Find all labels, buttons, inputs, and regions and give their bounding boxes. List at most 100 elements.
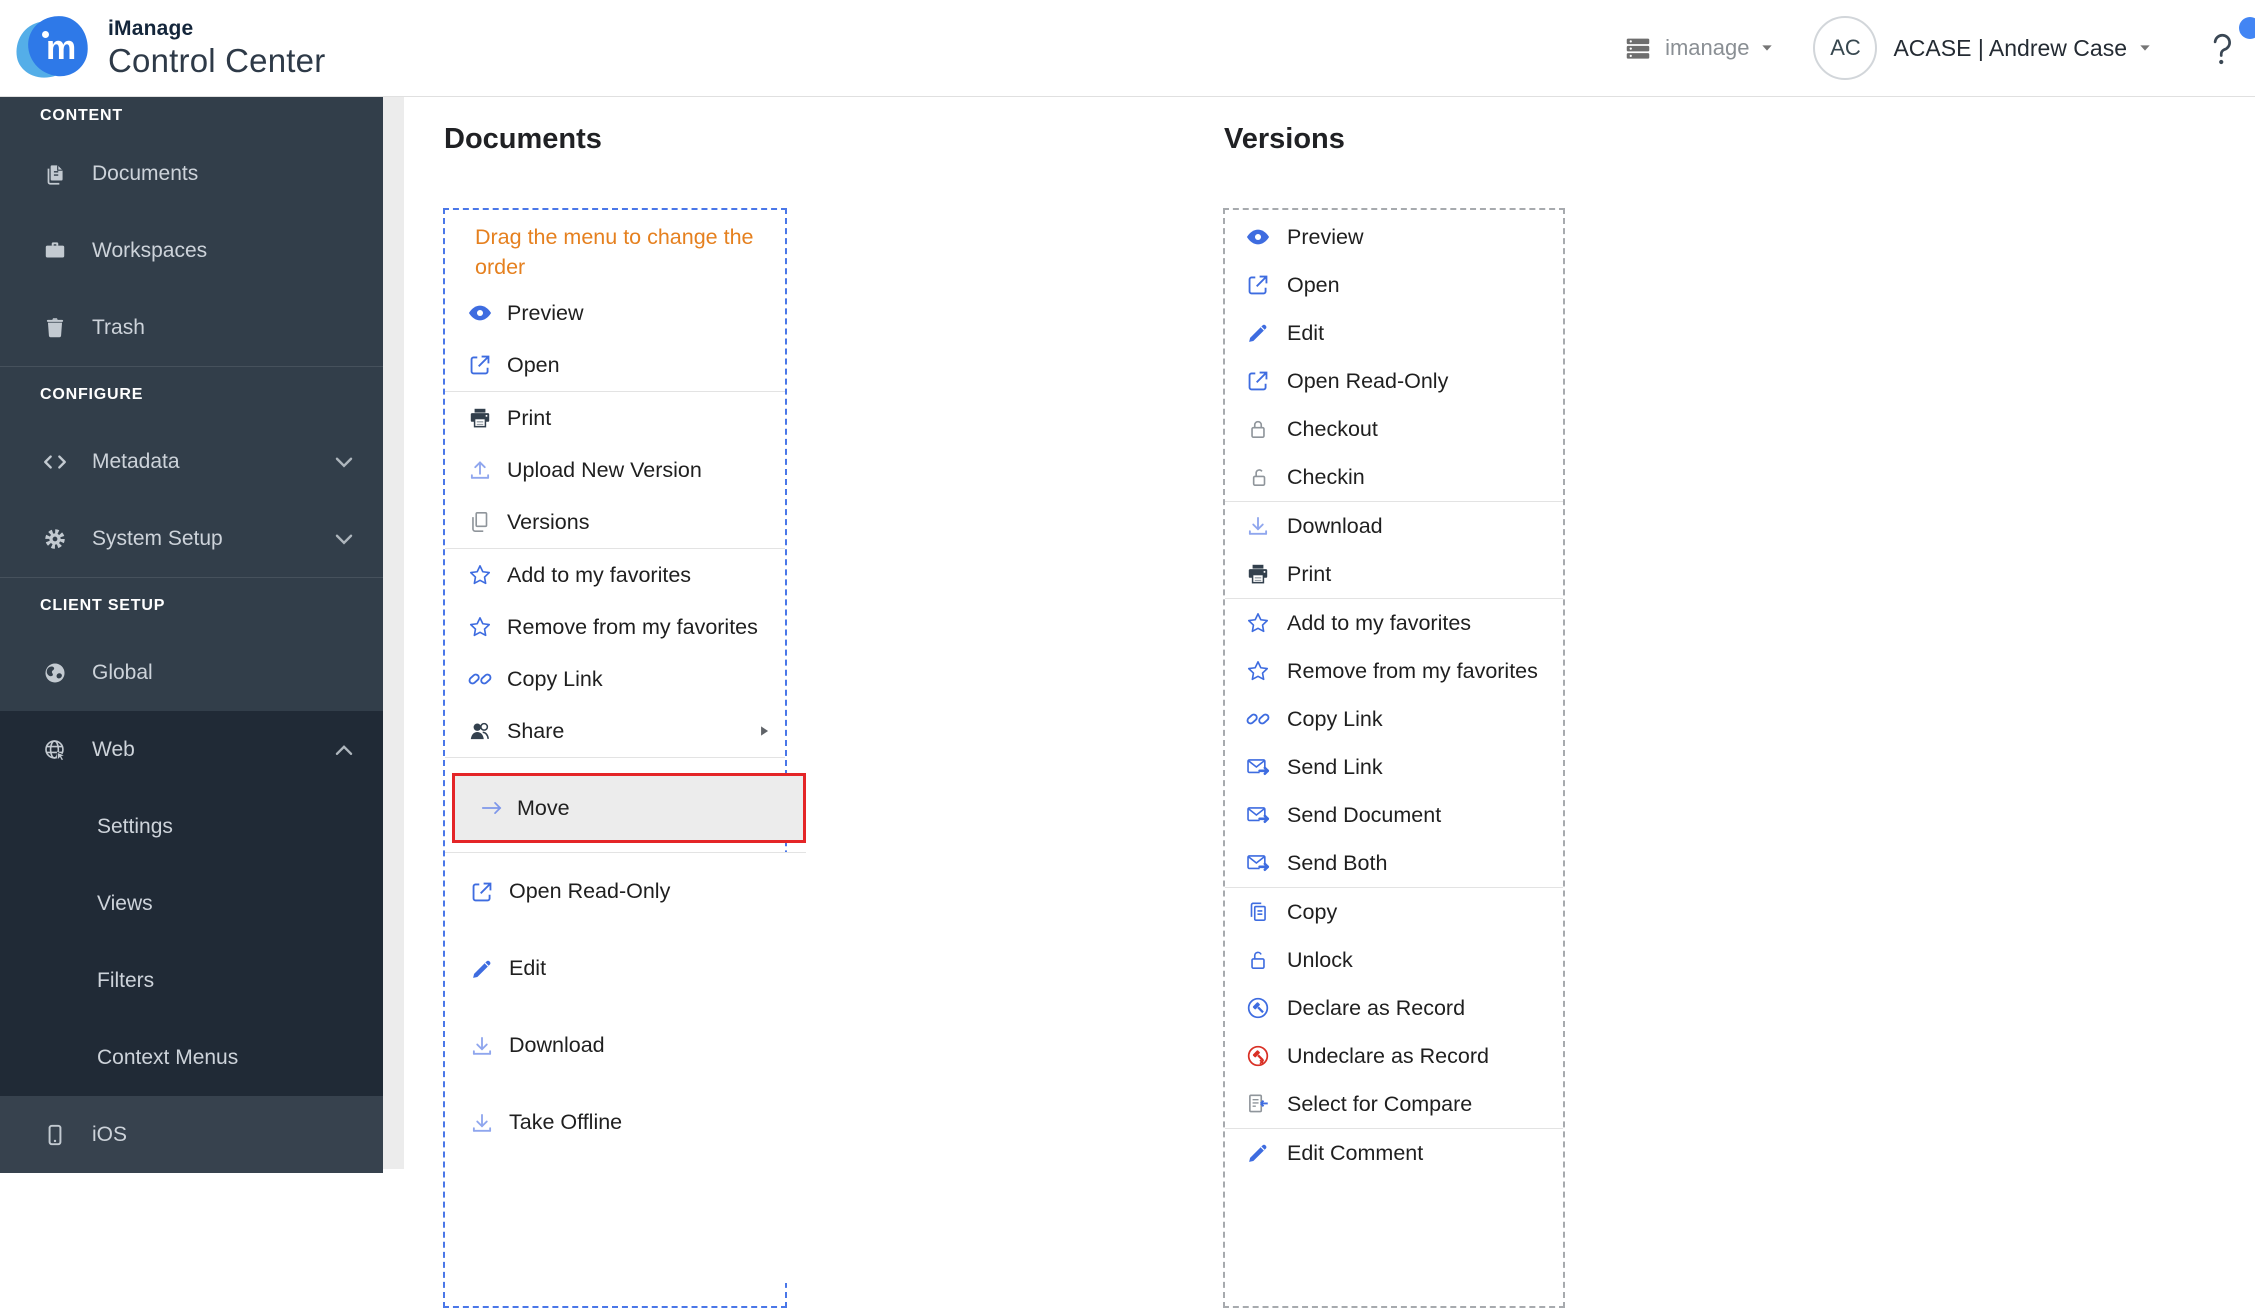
- menu-item-open[interactable]: Open: [445, 339, 785, 391]
- menu-section: Open Read-Only Edit Download Take Offline: [445, 853, 806, 1161]
- sidebar-subitem-filters[interactable]: Filters: [0, 942, 383, 1019]
- favorite-star-icon: [467, 614, 493, 640]
- documents-context-menu: Drag the menu to change the order Preview…: [443, 208, 806, 1308]
- menu-item-label: Copy Link: [507, 666, 603, 691]
- take-offline-icon: [469, 1110, 495, 1136]
- menu-item-copy[interactable]: Copy: [1225, 888, 1563, 936]
- menu-item-download[interactable]: Download: [1225, 502, 1563, 550]
- reorder-plate: Open Read-Only Edit Download Take Offline: [445, 852, 806, 1283]
- sidebar-subitem-label: Context Menus: [97, 1045, 239, 1069]
- menu-item-remove-from-my-favorites[interactable]: Remove from my favorites: [445, 601, 785, 653]
- menu-item-versions[interactable]: Versions: [445, 496, 785, 548]
- menu-item-open-read-only[interactable]: Open Read-Only: [445, 853, 806, 930]
- sidebar-subitem-settings[interactable]: Settings: [0, 788, 383, 865]
- menu-item-label: Share: [507, 718, 565, 743]
- menu-section: Print Upload New Version Versions: [445, 391, 785, 548]
- help-button[interactable]: [2199, 17, 2255, 71]
- menu-item-upload-new-version[interactable]: Upload New Version: [445, 444, 785, 496]
- avatar[interactable]: AC: [1813, 16, 1878, 80]
- open-external-icon: [1245, 272, 1271, 298]
- menu-item-share[interactable]: Share: [445, 705, 785, 757]
- documents-column-title: Documents: [444, 123, 602, 155]
- menu-item-send-both[interactable]: Send Both: [1225, 839, 1563, 887]
- checkout-lock-icon: [1245, 416, 1271, 442]
- menu-item-send-link[interactable]: Send Link: [1225, 743, 1563, 791]
- sidebar-item-label: Web: [92, 737, 135, 761]
- sidebar-item-label: Documents: [92, 161, 199, 185]
- menu-section: Edit Comment: [1225, 1128, 1563, 1177]
- share-people-icon: [467, 718, 493, 744]
- sidebar-subitem-context-menus[interactable]: Context Menus: [0, 1019, 383, 1096]
- preview-eye-icon: [467, 300, 493, 326]
- sidebar-item-ios[interactable]: iOS: [0, 1096, 383, 1173]
- brand-text: iManage Control Center: [108, 17, 325, 80]
- favorite-star-icon: [1245, 658, 1271, 684]
- menu-item-label: Print: [507, 405, 552, 430]
- logo-letter: m: [46, 29, 77, 67]
- menu-item-send-document[interactable]: Send Document: [1225, 791, 1563, 839]
- menu-item-print[interactable]: Print: [445, 392, 785, 444]
- dragged-menu-item-move[interactable]: Move: [452, 773, 806, 843]
- menu-item-label: Upload New Version: [507, 457, 702, 482]
- menu-section: Preview Open Edit Open Read-Only Checkout Che…: [1225, 213, 1563, 501]
- sidebar-item-global[interactable]: Global: [0, 634, 383, 711]
- sidebar-subitem-label: Views: [97, 891, 153, 915]
- menu-item-select-for-compare[interactable]: Select for Compare: [1225, 1080, 1563, 1128]
- menu-item-copy-link[interactable]: Copy Link: [1225, 695, 1563, 743]
- sidebar-item-metadata[interactable]: Metadata: [0, 423, 383, 500]
- main-content: Documents Versions Drag the menu to chan…: [404, 97, 2255, 1308]
- menu-item-label: Send Both: [1287, 850, 1388, 875]
- menu-item-checkout[interactable]: Checkout: [1225, 405, 1563, 453]
- global-icon: [42, 660, 68, 686]
- brand-app: Control Center: [108, 41, 326, 79]
- caret-down-icon: [2137, 40, 2153, 56]
- send-mail-icon: [1245, 754, 1271, 780]
- menu-item-unlock[interactable]: Unlock: [1225, 936, 1563, 984]
- menu-item-label: Preview: [1287, 224, 1364, 249]
- menu-item-label: Edit: [509, 956, 547, 980]
- sidebar-item-label: Workspaces: [92, 238, 208, 262]
- sidebar-item-workspaces[interactable]: Workspaces: [0, 212, 383, 289]
- trash-icon: [42, 315, 68, 341]
- menu-item-copy-link[interactable]: Copy Link: [445, 653, 785, 705]
- compare-doc-icon: [1245, 1091, 1271, 1117]
- menu-item-print[interactable]: Print: [1225, 550, 1563, 598]
- menu-item-undeclare-as-record[interactable]: Undeclare as Record: [1225, 1032, 1563, 1080]
- imanage-logo-icon: m: [11, 13, 94, 83]
- menu-item-checkin[interactable]: Checkin: [1225, 453, 1563, 501]
- menu-item-preview[interactable]: Preview: [1225, 213, 1563, 261]
- chevron-down-icon: [331, 526, 357, 552]
- menu-item-label: Edit: [1287, 320, 1325, 345]
- sidebar-section-label: CLIENT SETUP: [40, 597, 166, 614]
- menu-item-open[interactable]: Open: [1225, 261, 1563, 309]
- sidebar-item-label: iOS: [92, 1122, 128, 1146]
- ios-icon: [42, 1122, 68, 1148]
- menu-item-edit[interactable]: Edit: [445, 930, 806, 1007]
- menu-item-edit-comment[interactable]: Edit Comment: [1225, 1129, 1563, 1177]
- menu-item-label: Take Offline: [509, 1110, 623, 1134]
- menu-item-add-to-my-favorites[interactable]: Add to my favorites: [445, 549, 785, 601]
- menu-item-label: Add to my favorites: [507, 562, 692, 587]
- menu-item-add-to-my-favorites[interactable]: Add to my favorites: [1225, 599, 1563, 647]
- menu-item-open-read-only[interactable]: Open Read-Only: [1225, 357, 1563, 405]
- sidebar-item-system-setup[interactable]: System Setup: [0, 500, 383, 577]
- sidebar-subitem-views[interactable]: Views: [0, 865, 383, 942]
- menu-item-label: Open: [507, 352, 560, 377]
- undeclare-record-icon: [1245, 1043, 1271, 1069]
- sidebar-item-documents[interactable]: Documents: [0, 135, 383, 212]
- menu-item-take-offline[interactable]: Take Offline: [445, 1084, 806, 1161]
- user-name[interactable]: ACASE | Andrew Case: [1893, 35, 2127, 62]
- menu-item-download[interactable]: Download: [445, 1007, 806, 1084]
- sidebar-item-trash[interactable]: Trash: [0, 289, 383, 366]
- server-name[interactable]: imanage: [1665, 35, 1749, 61]
- web-icon: [42, 737, 68, 763]
- sidebar-item-web[interactable]: Web: [0, 711, 383, 788]
- download-icon: [1245, 513, 1271, 539]
- sidebar-item-label: Metadata: [92, 449, 180, 473]
- chevron-down-icon: [331, 449, 357, 475]
- menu-item-edit[interactable]: Edit: [1225, 309, 1563, 357]
- menu-item-preview[interactable]: Preview: [445, 287, 785, 339]
- menu-item-declare-as-record[interactable]: Declare as Record: [1225, 984, 1563, 1032]
- menu-item-remove-from-my-favorites[interactable]: Remove from my favorites: [1225, 647, 1563, 695]
- sidebar-scrollbar-gutter[interactable]: [383, 97, 404, 1169]
